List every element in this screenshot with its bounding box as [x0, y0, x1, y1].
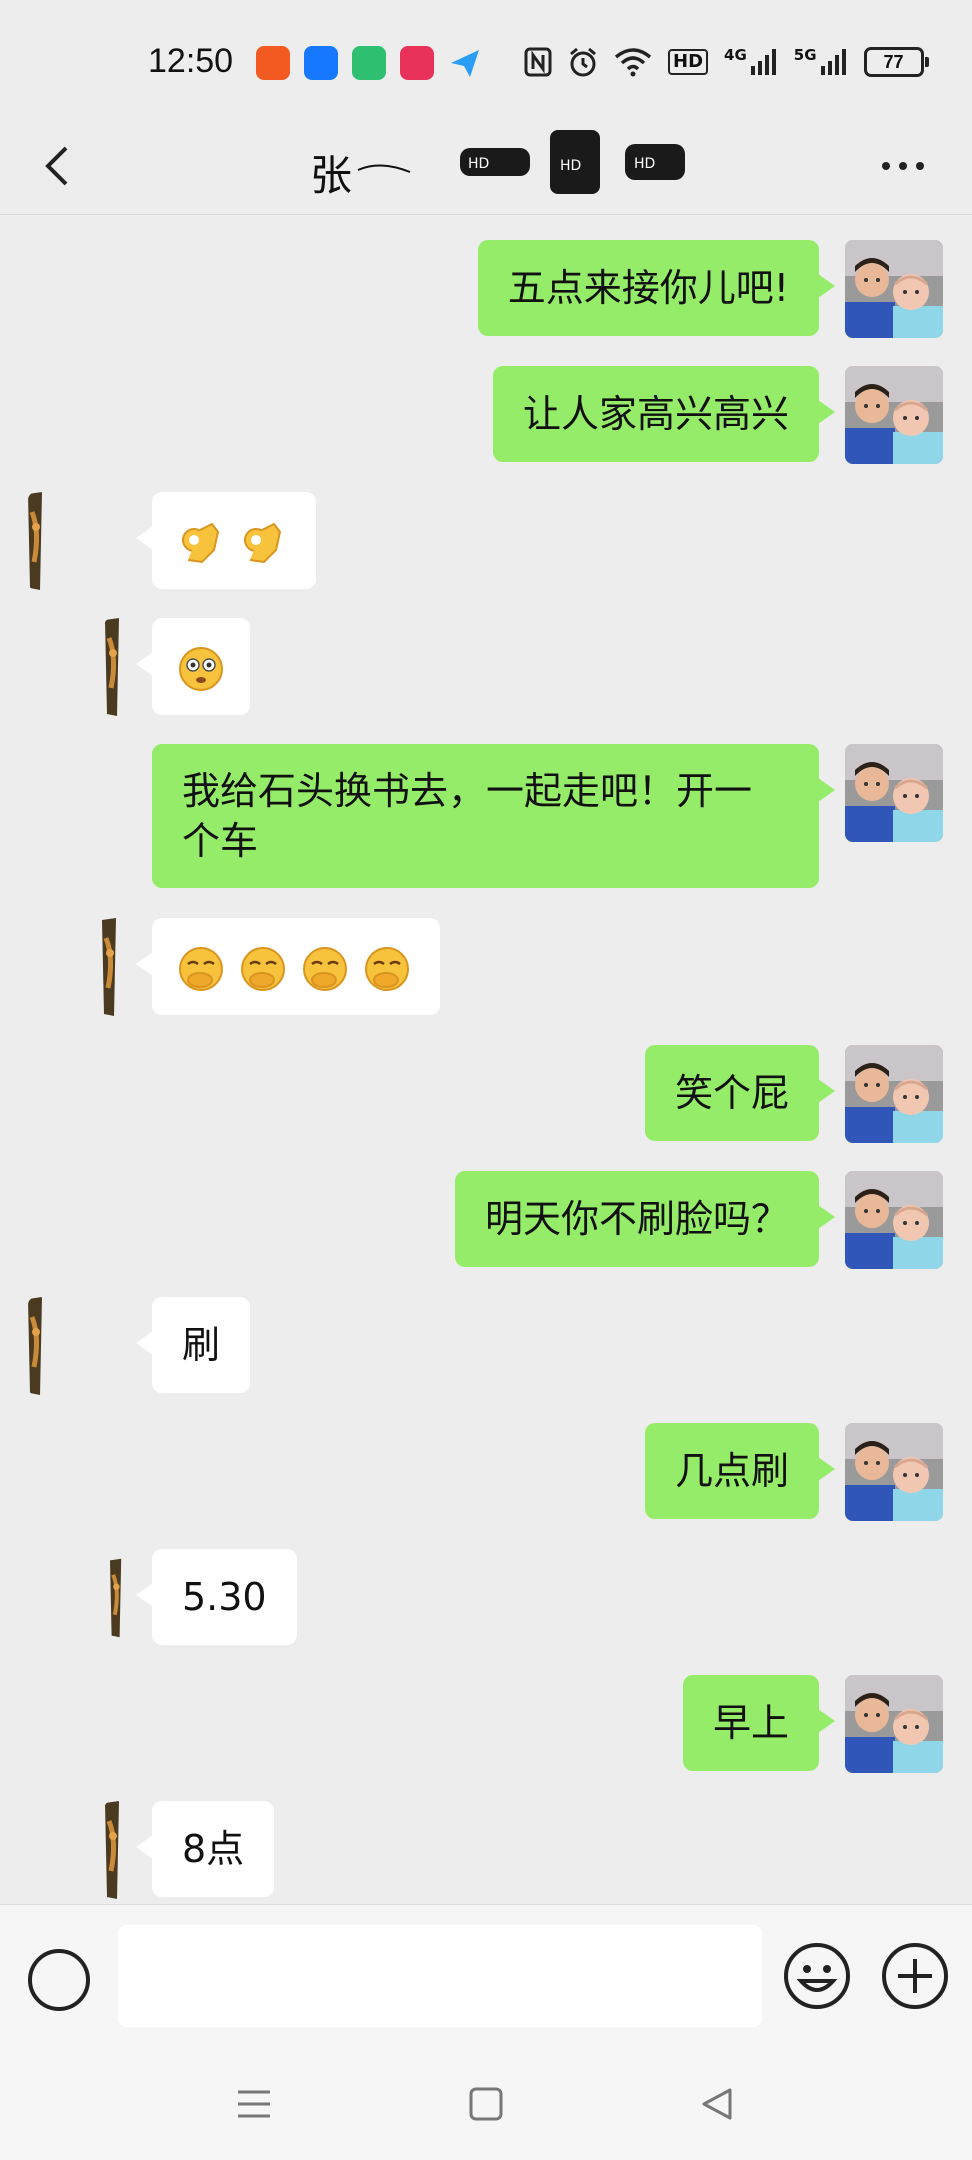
- laughing-cover-mouth-emoji: [179, 946, 223, 991]
- my-avatar[interactable]: [845, 1675, 943, 1773]
- my-avatar[interactable]: [845, 240, 943, 338]
- message-text: 早上: [712, 1701, 789, 1745]
- ok-hand-emoji: [244, 522, 282, 563]
- back-button[interactable]: [30, 138, 86, 194]
- chat-header: 张 HD HD HD: [0, 118, 972, 215]
- message-text: 明天你不刷脸吗？: [484, 1197, 789, 1241]
- more-options-button[interactable]: [868, 138, 938, 194]
- message-bubble-incoming[interactable]: 刷: [135, 1297, 251, 1393]
- home-icon[interactable]: [464, 2082, 508, 2126]
- message-text: 我给石头换书去，一起走吧！开一个车: [182, 769, 753, 863]
- chat-title: 张: [310, 151, 353, 200]
- contact-avatar[interactable]: [28, 492, 48, 590]
- laughing-cover-mouth-emoji: [303, 946, 348, 991]
- hd-volte-icon: HD: [668, 46, 709, 78]
- message-bubble-outgoing[interactable]: 笑个屁: [644, 1045, 836, 1141]
- my-avatar[interactable]: [845, 1171, 943, 1269]
- contact-avatar[interactable]: [28, 1297, 48, 1395]
- battery-icon: 77: [863, 47, 929, 77]
- voice-input-button[interactable]: [26, 1947, 92, 2013]
- message-input[interactable]: [118, 1925, 762, 2027]
- message-text: 几点刷: [674, 1449, 789, 1493]
- message-text: 5.30: [182, 1575, 267, 1619]
- message-text: 五点来接你儿吧!: [507, 266, 789, 310]
- chat-input-bar: [0, 1904, 972, 2051]
- signal-4g-icon: 4G: [724, 46, 778, 78]
- nfc-icon: [524, 46, 552, 78]
- contact-avatar[interactable]: [98, 918, 126, 1016]
- message-text: 8点: [182, 1827, 245, 1871]
- message-bubble-outgoing[interactable]: 我给石头换书去，一起走吧！开一个车: [152, 744, 835, 888]
- contact-avatar[interactable]: [104, 1801, 126, 1899]
- contact-avatar[interactable]: [104, 618, 126, 716]
- more-functions-button[interactable]: [880, 1941, 950, 2011]
- status-time: 12:50: [148, 42, 234, 80]
- message-bubble-outgoing[interactable]: 五点来接你儿吧!: [477, 240, 836, 336]
- svg-text:HD: HD: [468, 156, 489, 172]
- message-text: 让人家高兴高兴: [522, 392, 789, 436]
- laughing-cover-mouth-emoji: [241, 946, 286, 991]
- message-bubble-outgoing[interactable]: 明天你不刷脸吗？: [454, 1171, 836, 1267]
- my-avatar[interactable]: [845, 1423, 943, 1521]
- back-triangle-icon[interactable]: [696, 2082, 740, 2126]
- message-bubble-incoming[interactable]: [135, 492, 317, 589]
- kuaishou-app-icon: [256, 46, 290, 80]
- message-bubble-incoming[interactable]: 5.30: [136, 1549, 297, 1645]
- video-app-icon: [400, 46, 434, 80]
- message-bubble-incoming[interactable]: [135, 918, 441, 1015]
- svg-text:HD: HD: [634, 156, 655, 172]
- message-text: 刷: [182, 1323, 221, 1367]
- message-bubble-incoming[interactable]: 8点: [135, 1801, 275, 1897]
- wifi-icon: [614, 46, 652, 78]
- contact-avatar[interactable]: [110, 1549, 126, 1647]
- laughing-cover-mouth-emoji: [365, 946, 410, 991]
- redaction-scribble: HD HD HD: [357, 130, 685, 194]
- message-bubble-outgoing[interactable]: 让人家高兴高兴: [492, 366, 836, 462]
- chevron-left-icon: [45, 146, 68, 186]
- chat-app-icon: [352, 46, 386, 80]
- more-dot-icon: [899, 162, 907, 170]
- paper-plane-app-icon: [448, 46, 482, 80]
- svg-text:HD: HD: [560, 158, 581, 174]
- status-indicators: HD 4G 5G 77: [524, 46, 929, 78]
- message-bubble-outgoing[interactable]: 几点刷: [644, 1423, 836, 1519]
- more-dot-icon: [916, 162, 924, 170]
- ok-hand-emoji: [182, 522, 220, 563]
- status-bar: 12:50 HD 4G 5G 77: [0, 0, 972, 118]
- signal-5g-icon: 5G: [794, 46, 848, 78]
- my-avatar[interactable]: [845, 744, 943, 842]
- alipay-app-icon: [304, 46, 338, 80]
- message-bubble-outgoing[interactable]: 早上: [682, 1675, 836, 1771]
- my-avatar[interactable]: [845, 1045, 943, 1143]
- message-text: 笑个屁: [674, 1071, 789, 1115]
- my-avatar[interactable]: [845, 366, 943, 464]
- system-navigation-bar: [0, 2050, 972, 2160]
- menu-icon[interactable]: [232, 2082, 276, 2126]
- emoji-picker-button[interactable]: [782, 1941, 852, 2011]
- alarm-icon: [568, 46, 598, 78]
- flushed-face-emoji: [179, 646, 223, 691]
- more-dot-icon: [882, 162, 890, 170]
- notification-app-icons: [256, 46, 482, 80]
- message-bubble-incoming[interactable]: [136, 618, 250, 715]
